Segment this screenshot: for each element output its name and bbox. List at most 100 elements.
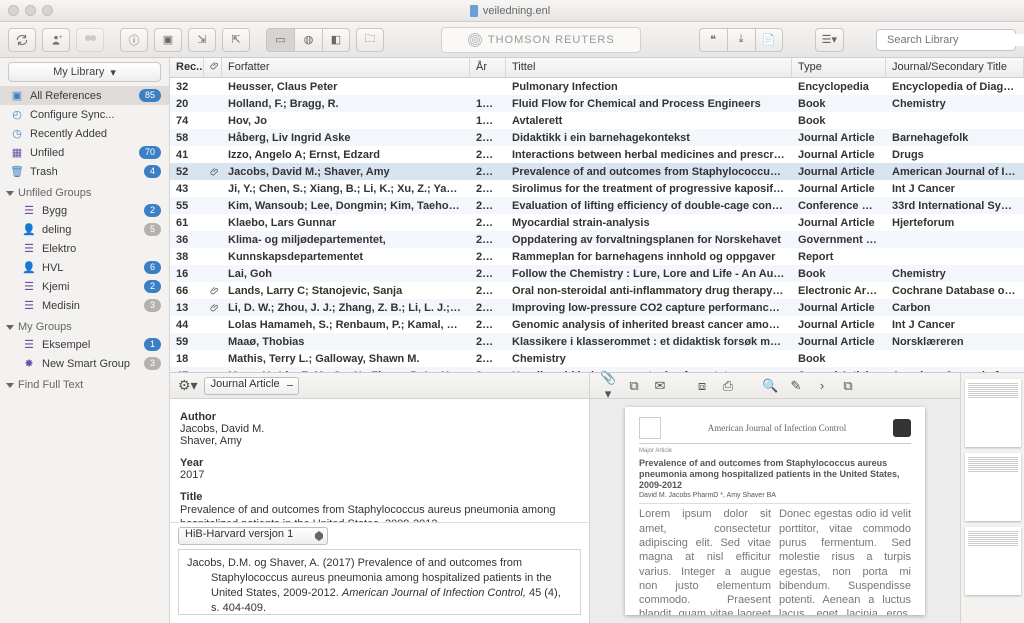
- table-row[interactable]: 13 Li, D. W.; Zhou, J. J.; Zhang, Z. B.;…: [170, 299, 1024, 316]
- author-line-1[interactable]: Shaver, Amy: [180, 435, 579, 447]
- table-row[interactable]: 43 Ji, Y.; Chen, S.; Xiang, B.; Li, K.; …: [170, 180, 1024, 197]
- col-attach[interactable]: [204, 58, 222, 77]
- insert-citation-button[interactable]: ❝: [699, 28, 727, 52]
- clock-icon: ◷: [10, 127, 24, 140]
- group-button[interactable]: [76, 28, 104, 52]
- sidebar-item-deling[interactable]: 👤 deling 5: [0, 220, 169, 239]
- print-icon[interactable]: ⎙: [720, 378, 736, 394]
- sidebar-item-medisin[interactable]: ☰ Medisin 3: [0, 296, 169, 315]
- sidebar-item-all-references[interactable]: ▣ All References 85: [0, 86, 169, 105]
- sidebar-item-new-smart-group[interactable]: ✸ New Smart Group 3: [0, 354, 169, 373]
- pdf-section: Major Article: [639, 448, 911, 454]
- find-full-text-header[interactable]: Find Full Text: [0, 373, 169, 393]
- table-row[interactable]: 36 Klima- og miljødepartementet, 2017 Op…: [170, 231, 1024, 248]
- local-icon: ▭: [275, 33, 285, 46]
- col-year[interactable]: År: [470, 58, 506, 77]
- table-row[interactable]: 18 Mathis, Terry L.; Galloway, Shawn M. …: [170, 350, 1024, 367]
- hybrid-mode-button[interactable]: ◧: [322, 28, 350, 52]
- table-row[interactable]: 52 Jacobs, David M.; Shaver, Amy 2017 Pr…: [170, 163, 1024, 180]
- library-selector[interactable]: My Library ▾: [8, 62, 161, 82]
- citation-preview[interactable]: Jacobs, D.M. og Shaver, A. (2017) Preval…: [178, 549, 581, 615]
- table-row[interactable]: 32 Heusser, Claus Peter Pulmonary Infect…: [170, 78, 1024, 95]
- sidebar-item-unfiled[interactable]: ▦ Unfiled 70: [0, 143, 169, 162]
- share-button[interactable]: +: [42, 28, 70, 52]
- table-body[interactable]: 32 Heusser, Claus Peter Pulmonary Infect…: [170, 78, 1024, 372]
- folder-button[interactable]: 🗀: [356, 28, 384, 52]
- table-row[interactable]: 16 Lai, Goh 2010 Follow the Chemistry : …: [170, 265, 1024, 282]
- word-button[interactable]: 📄: [755, 28, 783, 52]
- export-button[interactable]: ⇲: [188, 28, 216, 52]
- col-type[interactable]: Type: [792, 58, 886, 77]
- search-input[interactable]: [887, 34, 1024, 46]
- sidebar-item-trash[interactable]: 🗑 Trash 4: [0, 162, 169, 181]
- sidebar-item-recently-added[interactable]: ◷ Recently Added: [0, 124, 169, 143]
- minimize-button[interactable]: [25, 5, 36, 16]
- table-row[interactable]: 41 Izzo, Angelo A; Ernst, Edzard 2009 In…: [170, 146, 1024, 163]
- cell-type: Journal Article: [792, 149, 886, 161]
- folder-icon: ▣: [10, 89, 24, 102]
- table-row[interactable]: 58 Håberg, Liv Ingrid Aske 2016 Didaktik…: [170, 129, 1024, 146]
- sidebar-group-header[interactable]: Unfiled Groups: [0, 181, 169, 201]
- save-icon[interactable]: ⧈: [694, 378, 710, 394]
- pdf-thumb[interactable]: [965, 379, 1021, 447]
- col-recnum[interactable]: Rec...: [170, 58, 204, 77]
- format-button[interactable]: ⤓: [727, 28, 755, 52]
- next-icon[interactable]: ›: [814, 378, 830, 393]
- preview-viewport[interactable]: American Journal of Infection Control Ma…: [590, 399, 960, 623]
- import-button[interactable]: ⇱: [222, 28, 250, 52]
- table-row[interactable]: 66 Lands, Larry C; Stanojevic, Sanja 201…: [170, 282, 1024, 299]
- attach-menu-icon[interactable]: 📎▾: [600, 370, 616, 402]
- new-ref-button[interactable]: ▣: [154, 28, 182, 52]
- annotate-icon[interactable]: ✎: [788, 378, 804, 394]
- zoom-icon[interactable]: 🔍: [762, 378, 778, 394]
- cell-year: 2016: [470, 132, 506, 144]
- zoom-button[interactable]: [42, 5, 53, 16]
- online-mode-button[interactable]: ◍: [294, 28, 322, 52]
- sidebar-item-kjemi[interactable]: ☰ Kjemi 2: [0, 277, 169, 296]
- sidebar-item-label: Configure Sync...: [30, 109, 161, 121]
- table-row[interactable]: 44 Lolas Hamameh, S.; Renbaum, P.; Kamal…: [170, 316, 1024, 333]
- col-journal[interactable]: Journal/Secondary Title: [886, 58, 1024, 77]
- pdf-thumb[interactable]: [965, 527, 1021, 595]
- search-field[interactable]: [876, 29, 1016, 51]
- sidebar-item-eksempel[interactable]: ☰ Eksempel 1: [0, 335, 169, 354]
- table-row[interactable]: 38 Kunnskapsdepartementet 2011 Rammeplan…: [170, 248, 1024, 265]
- table-row[interactable]: 55 Kim, Wansoub; Lee, Dongmin; Kim, Taeh…: [170, 197, 1024, 214]
- cite-style-select[interactable]: HiB-Harvard versjon 1: [178, 527, 328, 545]
- pdf-thumb[interactable]: [965, 453, 1021, 521]
- sidebar-item-bygg[interactable]: ☰ Bygg 2: [0, 201, 169, 220]
- local-mode-button[interactable]: ▭: [266, 28, 294, 52]
- info-button[interactable]: ⓘ: [120, 28, 148, 52]
- cell-recnum: 43: [170, 183, 204, 195]
- globe-icon: ◍: [304, 33, 314, 46]
- sidebar-item-elektro[interactable]: ☰ Elektro: [0, 239, 169, 258]
- table-row[interactable]: 74 Hov, Jo 1993 Avtalerett Book: [170, 112, 1024, 129]
- close-button[interactable]: [8, 5, 19, 16]
- table-row[interactable]: 20 Holland, F.; Bragg, R. 1995 Fluid Flo…: [170, 95, 1024, 112]
- detail-fields[interactable]: Author Jacobs, David M. Shaver, Amy Year…: [170, 399, 589, 522]
- year-value[interactable]: 2017: [180, 469, 579, 481]
- author-line-0[interactable]: Jacobs, David M.: [180, 423, 579, 435]
- ref-type-value: Journal Article: [211, 378, 280, 390]
- table-row[interactable]: 47 Meng, Y.; Lin, Z. M.; Ge, N.; Zhang, …: [170, 367, 1024, 372]
- pdf-thumbnails[interactable]: [960, 373, 1024, 623]
- table-row[interactable]: 59 Maaø, Thobias 2016 Klassikere i klass…: [170, 333, 1024, 350]
- title-value[interactable]: Prevalence of and outcomes from Staphylo…: [180, 503, 579, 522]
- ref-type-select[interactable]: Journal Article: [204, 377, 299, 395]
- sidebar-item-hvl[interactable]: 👤 HVL 6: [0, 258, 169, 277]
- email-icon[interactable]: ✉: [652, 378, 668, 394]
- cell-journal: Hjerteforum: [886, 217, 1024, 229]
- more-icon[interactable]: ⧉: [840, 378, 856, 394]
- col-title[interactable]: Tittel: [506, 58, 792, 77]
- gear-icon[interactable]: ⚙▾: [178, 377, 198, 394]
- cell-recnum: 13: [170, 302, 204, 314]
- pdf-page: American Journal of Infection Control Ma…: [625, 407, 925, 615]
- table-row[interactable]: 61 Klaebo, Lars Gunnar 2017 Myocardial s…: [170, 214, 1024, 231]
- open-pdf-icon[interactable]: ⧉: [626, 378, 642, 394]
- sync-button[interactable]: [8, 28, 36, 52]
- col-author[interactable]: Forfatter: [222, 58, 470, 77]
- layout-button[interactable]: ☰▾: [815, 28, 844, 52]
- sidebar-group-header[interactable]: My Groups: [0, 315, 169, 335]
- traffic-lights[interactable]: [8, 5, 53, 16]
- sidebar-item-configure-sync-[interactable]: ◴ Configure Sync...: [0, 105, 169, 124]
